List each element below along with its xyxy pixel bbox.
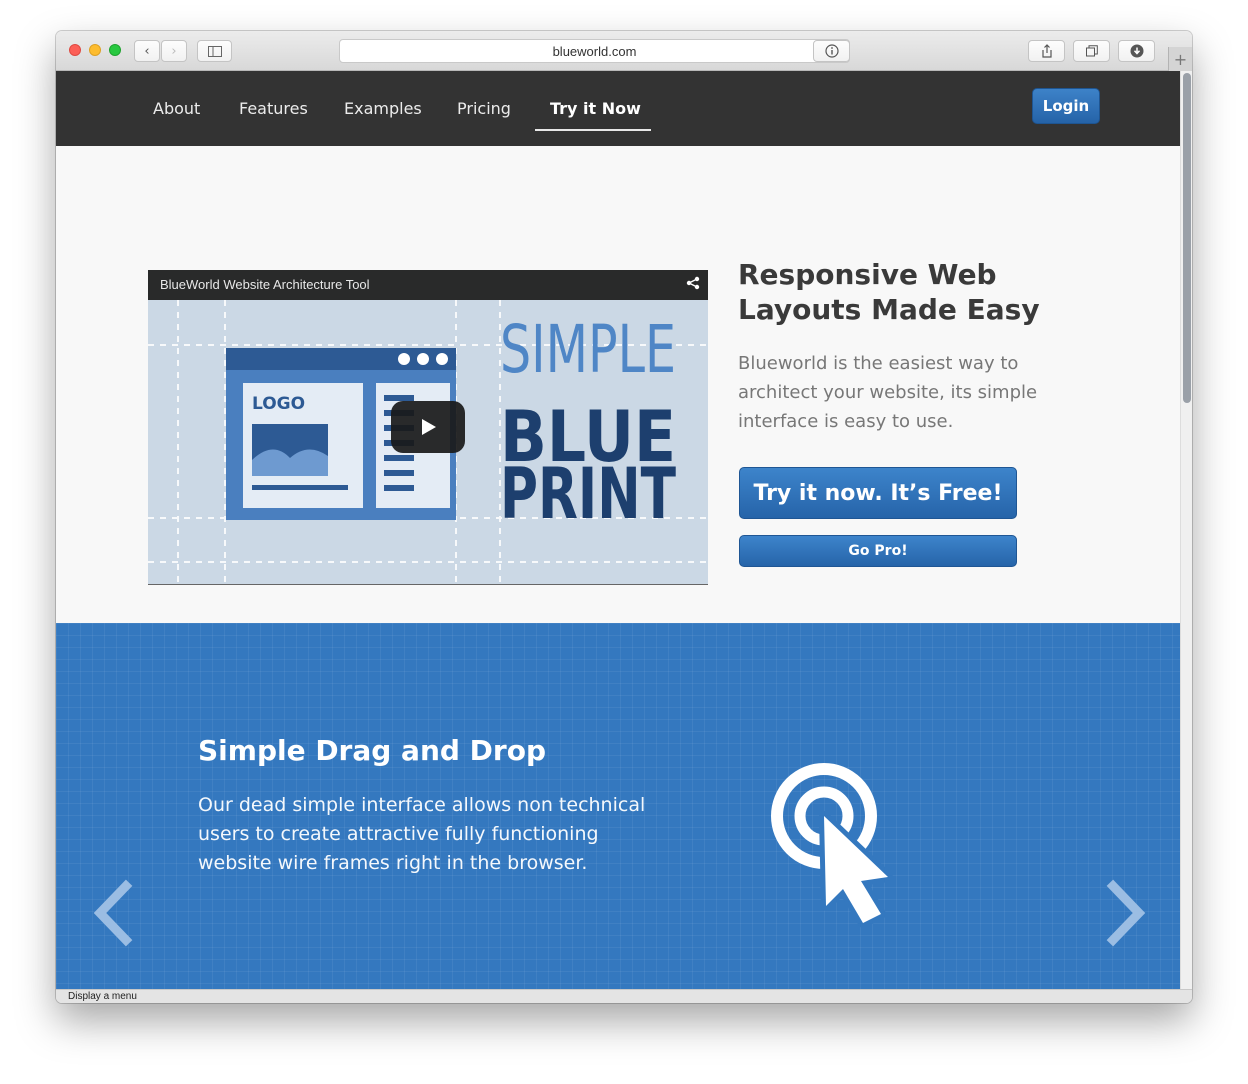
video-player[interactable]: LOGO SIMPLE BLUE PRINT BlueWorld Website… <box>148 270 708 585</box>
status-bar: Display a menu <box>56 989 1192 1003</box>
click-target-icon <box>771 763 893 928</box>
share-icon <box>1041 44 1052 58</box>
info-icon <box>824 44 839 58</box>
carousel-next-button[interactable] <box>1101 878 1151 948</box>
feature-description: Our dead simple interface allows non tec… <box>198 794 646 874</box>
nav-link-about[interactable]: About <box>153 99 200 118</box>
zoom-window-button[interactable] <box>109 44 121 56</box>
close-window-button[interactable] <box>69 44 81 56</box>
page-scrollbar[interactable] <box>1180 71 1192 989</box>
address-bar[interactable]: blueworld.com ↻ <box>339 39 850 63</box>
feature-heading: Simple Drag and Drop <box>198 734 547 767</box>
nav-link-try-it-now[interactable]: Try it Now <box>550 99 641 118</box>
minimize-window-button[interactable] <box>89 44 101 56</box>
new-tab-button[interactable]: + <box>1168 47 1192 71</box>
page-viewport: About Features Examples Pricing Try it N… <box>56 71 1180 989</box>
video-print-text: PRINT <box>500 453 676 535</box>
sidebar-icon <box>207 45 222 57</box>
forward-icon: › <box>171 43 177 59</box>
nav-link-examples[interactable]: Examples <box>344 99 422 118</box>
download-icon <box>1130 44 1143 58</box>
forward-button[interactable]: › <box>161 40 187 62</box>
video-title-bar: BlueWorld Website Architecture Tool <box>148 270 708 300</box>
nav-link-pricing[interactable]: Pricing <box>457 99 511 118</box>
tabs-button[interactable] <box>1073 40 1110 62</box>
back-button[interactable]: ‹ <box>134 40 160 62</box>
play-icon <box>422 419 436 435</box>
try-free-button[interactable]: Try it now. It’s Free! <box>739 467 1017 519</box>
site-nav: About Features Examples Pricing Try it N… <box>56 71 1180 146</box>
hero-description: Blueworld is the easiest way to architec… <box>738 353 1038 432</box>
browser-window: ‹ › blueworld.com ↻ + About Features <box>56 31 1192 1003</box>
video-title[interactable]: BlueWorld Website Architecture Tool <box>160 277 370 292</box>
tabs-icon <box>1085 45 1098 57</box>
video-logo-text: LOGO <box>252 394 305 414</box>
hero-heading: Responsive Web Layouts Made Easy <box>738 258 1040 326</box>
nav-link-features[interactable]: Features <box>239 99 308 118</box>
login-button[interactable]: Login <box>1032 88 1100 124</box>
browser-toolbar: ‹ › blueworld.com ↻ <box>56 31 1192 71</box>
back-icon: ‹ <box>144 43 150 59</box>
info-button[interactable] <box>813 40 850 62</box>
next-arrow-icon <box>1106 879 1146 947</box>
video-simple-text: SIMPLE <box>500 311 676 388</box>
feature-carousel: Simple Drag and Drop Our dead simple int… <box>56 623 1180 989</box>
share-button[interactable] <box>1028 40 1065 62</box>
sidebar-button[interactable] <box>197 40 232 62</box>
prev-arrow-icon <box>93 879 133 947</box>
scrollbar-thumb[interactable] <box>1183 73 1191 403</box>
play-button[interactable] <box>391 401 465 453</box>
download-button[interactable] <box>1118 40 1155 62</box>
carousel-prev-button[interactable] <box>88 878 138 948</box>
active-nav-indicator <box>535 129 651 131</box>
share-icon[interactable] <box>686 276 700 294</box>
url-text: blueworld.com <box>552 43 637 59</box>
go-pro-button[interactable]: Go Pro! <box>739 535 1017 567</box>
